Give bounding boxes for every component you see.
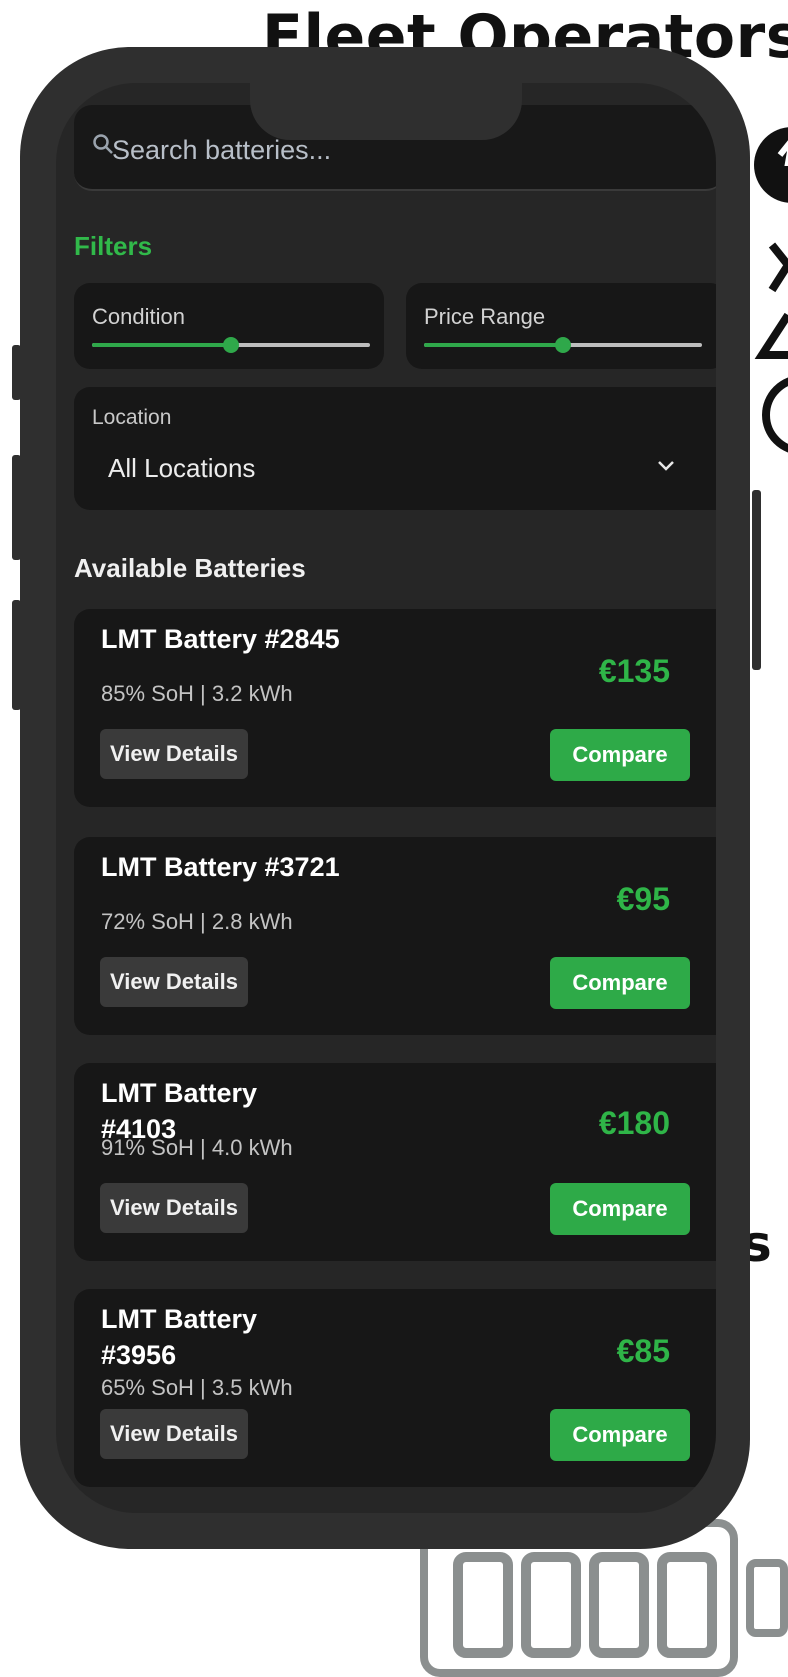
price-range-slider-fill: [424, 343, 563, 347]
condition-label: Condition: [92, 304, 185, 329]
battery-name: LMT Battery #3956: [101, 1304, 258, 1370]
phone-power-button: [752, 490, 761, 670]
battery-name: LMT Battery #3721: [101, 852, 340, 882]
battery-spec: 85% SoH | 3.2 kWh: [101, 681, 293, 706]
view-details-button[interactable]: View Details: [100, 729, 248, 779]
chevron-down-icon: [658, 461, 674, 471]
compare-button[interactable]: Compare: [550, 957, 690, 1009]
filters-heading: Filters: [74, 231, 153, 261]
battery-card: LMT Battery #4103 91% SoH | 4.0 kWh €180…: [74, 1063, 716, 1261]
search-icon: [93, 134, 113, 154]
price-range-slider[interactable]: [424, 337, 702, 353]
price-range-filter: Price Range: [406, 283, 716, 369]
price-range-slider-handle[interactable]: [555, 337, 571, 353]
location-value: All Locations: [108, 453, 256, 483]
battery-price: €85: [616, 1333, 670, 1369]
battery-spec: 65% SoH | 3.5 kWh: [101, 1375, 293, 1400]
condition-slider[interactable]: [92, 337, 370, 353]
phone-notch: [250, 80, 522, 140]
view-details-button[interactable]: View Details: [100, 1183, 248, 1233]
compare-button[interactable]: Compare: [550, 1409, 690, 1461]
condition-slider-handle[interactable]: [223, 337, 239, 353]
condition-filter: Condition: [74, 283, 384, 369]
battery-price: €95: [616, 881, 670, 917]
view-details-button[interactable]: View Details: [100, 957, 248, 1007]
battery-card: LMT Battery #3721 72% SoH | 2.8 kWh €95 …: [74, 837, 716, 1035]
compare-button[interactable]: Compare: [550, 729, 690, 781]
location-label: Location: [92, 406, 172, 429]
available-batteries-heading: Available Batteries: [74, 553, 306, 583]
background-icons: [754, 127, 788, 453]
location-select[interactable]: Location All Locations: [74, 387, 716, 510]
battery-name: LMT Battery #2845: [101, 624, 340, 654]
battery-card: LMT Battery #3956 65% SoH | 3.5 kWh €85 …: [74, 1289, 716, 1487]
condition-slider-fill: [92, 343, 231, 347]
app-screen: Search batteries... Filters Condition Pr…: [56, 83, 716, 1513]
battery-spec: 91% SoH | 4.0 kWh: [101, 1135, 293, 1160]
compare-button[interactable]: Compare: [550, 1183, 690, 1235]
view-details-button[interactable]: View Details: [100, 1409, 248, 1459]
battery-card: LMT Battery #2845 85% SoH | 3.2 kWh €135…: [74, 609, 716, 807]
battery-spec: 72% SoH | 2.8 kWh: [101, 909, 293, 934]
battery-price: €180: [598, 1105, 670, 1141]
battery-price: €135: [598, 653, 670, 689]
price-range-label: Price Range: [424, 304, 546, 329]
